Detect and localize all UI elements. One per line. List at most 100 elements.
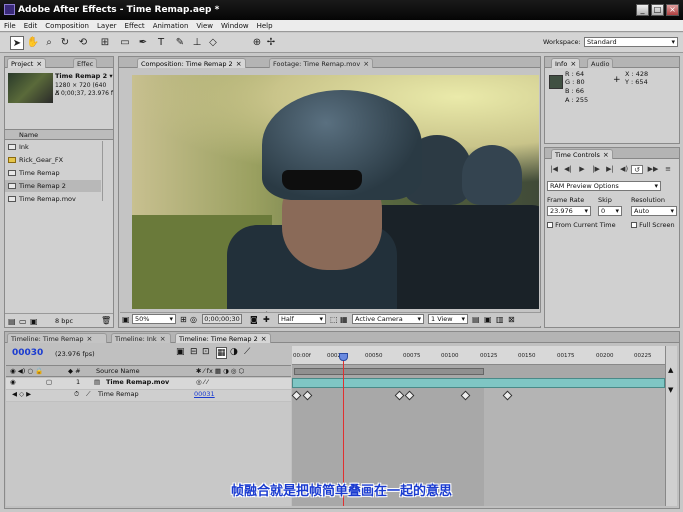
- orbit-tool-icon[interactable]: ⟲: [76, 36, 90, 50]
- tab-project[interactable]: Project ×: [7, 58, 47, 68]
- tab-effects[interactable]: Effec: [73, 58, 98, 68]
- menu-effect[interactable]: Effect: [121, 20, 149, 32]
- new-composition-icon[interactable]: ▣: [30, 317, 38, 326]
- last-frame-icon[interactable]: ▶|: [604, 165, 616, 174]
- project-item[interactable]: Rick_Gear_FX: [5, 154, 101, 166]
- playhead-handle[interactable]: [339, 353, 348, 361]
- bit-depth-button[interactable]: 8 bpc: [55, 317, 73, 325]
- fast-previews-icon[interactable]: ▣: [484, 315, 492, 324]
- audio-icon[interactable]: ◀): [618, 165, 630, 174]
- menu-animation[interactable]: Animation: [149, 20, 193, 32]
- visibility-eye-icon[interactable]: ◉: [10, 378, 16, 386]
- av-features-icons[interactable]: ◉ ◀) ○ 🔒: [10, 367, 43, 375]
- tab-footage[interactable]: Footage: Time Remap.mov ×: [269, 58, 374, 68]
- time-remap-property-row[interactable]: ◀ ◇ ▶ ⏱ ⟋ Time Remap 00031: [6, 390, 291, 401]
- resolution-dropdown[interactable]: Half: [278, 314, 326, 324]
- draft-3d-icon[interactable]: ⊟: [190, 347, 198, 357]
- rotate-tool-icon[interactable]: ↻: [58, 36, 72, 50]
- timeline-icon[interactable]: ▥: [496, 315, 504, 324]
- play-icon[interactable]: ▶: [576, 165, 588, 174]
- menu-edit[interactable]: Edit: [20, 20, 42, 32]
- resolution-dropdown[interactable]: Auto: [631, 206, 677, 216]
- local-axis-icon[interactable]: ✢: [264, 36, 278, 50]
- comp-mini-flowchart-icon[interactable]: ▣: [176, 347, 185, 357]
- always-preview-icon[interactable]: ▣: [122, 315, 130, 324]
- tab-time-controls[interactable]: Time Controls ×: [551, 149, 613, 159]
- frame-blending-icon[interactable]: ▦: [216, 347, 227, 359]
- show-channel-icon[interactable]: ✚: [263, 315, 270, 324]
- name-column-header[interactable]: Name: [19, 131, 38, 139]
- close-button[interactable]: ×: [666, 4, 679, 16]
- hand-tool-icon[interactable]: ✋: [26, 36, 40, 50]
- motion-blur-icon[interactable]: ◑: [230, 347, 238, 357]
- transparency-grid-icon[interactable]: ▦: [340, 315, 348, 324]
- snapshot-camera-icon[interactable]: ◙: [250, 315, 258, 324]
- layer-name[interactable]: Time Remap.mov: [106, 378, 169, 386]
- close-icon[interactable]: ×: [36, 60, 42, 68]
- toggle-pixel-aspect-icon[interactable]: ▤: [472, 315, 480, 324]
- tab-timeline-time-remap-2[interactable]: Timeline: Time Remap 2 ×: [175, 333, 271, 343]
- layer-switches[interactable]: ◎ ⁄ ⁄: [196, 378, 208, 386]
- video-frame[interactable]: [132, 75, 539, 309]
- keyframe-navigator-icon[interactable]: ◀ ◇ ▶: [12, 390, 31, 398]
- menu-composition[interactable]: Composition: [41, 20, 93, 32]
- close-icon[interactable]: ×: [363, 60, 369, 68]
- selected-item-name[interactable]: Time Remap 2 ▾: [55, 72, 113, 80]
- label-column-icon[interactable]: ◆ #: [68, 367, 81, 375]
- eraser-tool-icon[interactable]: ◇: [206, 36, 220, 50]
- first-frame-icon[interactable]: |◀: [548, 165, 560, 174]
- region-of-interest-icon[interactable]: ⬚: [330, 315, 338, 324]
- flowchart-icon[interactable]: ⊠: [508, 315, 515, 324]
- menu-file[interactable]: File: [0, 20, 20, 32]
- layer-row[interactable]: ◉ ▢ 1 ▤ Time Remap.mov ◎ ⁄ ⁄: [6, 378, 291, 389]
- graph-toggle-icon[interactable]: ⟋: [86, 390, 91, 399]
- workspace-dropdown[interactable]: Standard: [584, 37, 678, 47]
- source-name-header[interactable]: Source Name: [96, 367, 140, 375]
- menu-view[interactable]: View: [192, 20, 217, 32]
- menu-icon[interactable]: ≡: [662, 165, 674, 174]
- selection-tool-icon[interactable]: ➤: [10, 36, 24, 50]
- shy-layers-icon[interactable]: ⊡: [202, 347, 210, 357]
- graph-editor-icon[interactable]: ⟋: [244, 347, 250, 357]
- full-screen-checkbox[interactable]: [631, 222, 637, 228]
- minimize-button[interactable]: _: [636, 4, 649, 16]
- tab-info[interactable]: Info ×: [551, 58, 581, 68]
- tab-composition[interactable]: Composition: Time Remap 2 ×: [137, 58, 246, 68]
- from-current-time-option[interactable]: From Current Time: [547, 221, 616, 229]
- zoom-tool-icon[interactable]: ⌕: [42, 36, 56, 50]
- frame-rate-dropdown[interactable]: 23.976: [547, 206, 591, 216]
- axis-mode-icon[interactable]: ⊕: [250, 36, 264, 50]
- clone-stamp-tool-icon[interactable]: ⊥: [190, 36, 204, 50]
- work-area-bar[interactable]: [294, 368, 484, 375]
- new-folder-icon[interactable]: ▭: [19, 317, 27, 326]
- tab-audio[interactable]: Audio: [587, 58, 614, 68]
- previous-frame-icon[interactable]: ◀|: [562, 165, 574, 174]
- skip-dropdown[interactable]: 0: [598, 206, 622, 216]
- layer-duration-bar[interactable]: [292, 378, 665, 388]
- brush-tool-icon[interactable]: ✎: [173, 36, 187, 50]
- time-remap-value[interactable]: 00031: [194, 390, 215, 398]
- zoom-out-icon[interactable]: ▼: [668, 386, 673, 394]
- stopwatch-icon[interactable]: ⏱: [74, 390, 79, 399]
- loop-icon[interactable]: ↺: [631, 165, 643, 174]
- close-icon[interactable]: ×: [236, 60, 242, 68]
- project-item[interactable]: Time Remap 2: [5, 180, 101, 192]
- viewer-timecode[interactable]: 0;00;00;30: [202, 314, 242, 324]
- from-current-time-checkbox[interactable]: [547, 222, 553, 228]
- view-layout-dropdown[interactable]: 1 View: [428, 314, 468, 324]
- trash-icon[interactable]: 🗑: [101, 316, 111, 325]
- camera-view-dropdown[interactable]: Active Camera: [352, 314, 424, 324]
- close-icon[interactable]: ×: [603, 151, 609, 159]
- close-icon[interactable]: ×: [570, 60, 576, 68]
- pen-tool-icon[interactable]: ✒: [136, 36, 150, 50]
- tab-timeline-time-remap[interactable]: Timeline: Time Remap ×: [7, 333, 107, 343]
- close-icon[interactable]: ×: [261, 335, 267, 343]
- project-item[interactable]: Ink: [5, 141, 101, 153]
- grid-icon[interactable]: ⊞: [180, 315, 187, 324]
- zoom-in-icon[interactable]: ▲: [668, 366, 673, 374]
- text-tool-icon[interactable]: T: [154, 36, 168, 50]
- ram-preview-icon[interactable]: ▶▶: [647, 165, 659, 174]
- mask-visibility-icon[interactable]: ◎: [190, 315, 197, 324]
- pan-behind-tool-icon[interactable]: ⊞: [98, 36, 112, 50]
- magnification-dropdown[interactable]: 50%: [132, 314, 176, 324]
